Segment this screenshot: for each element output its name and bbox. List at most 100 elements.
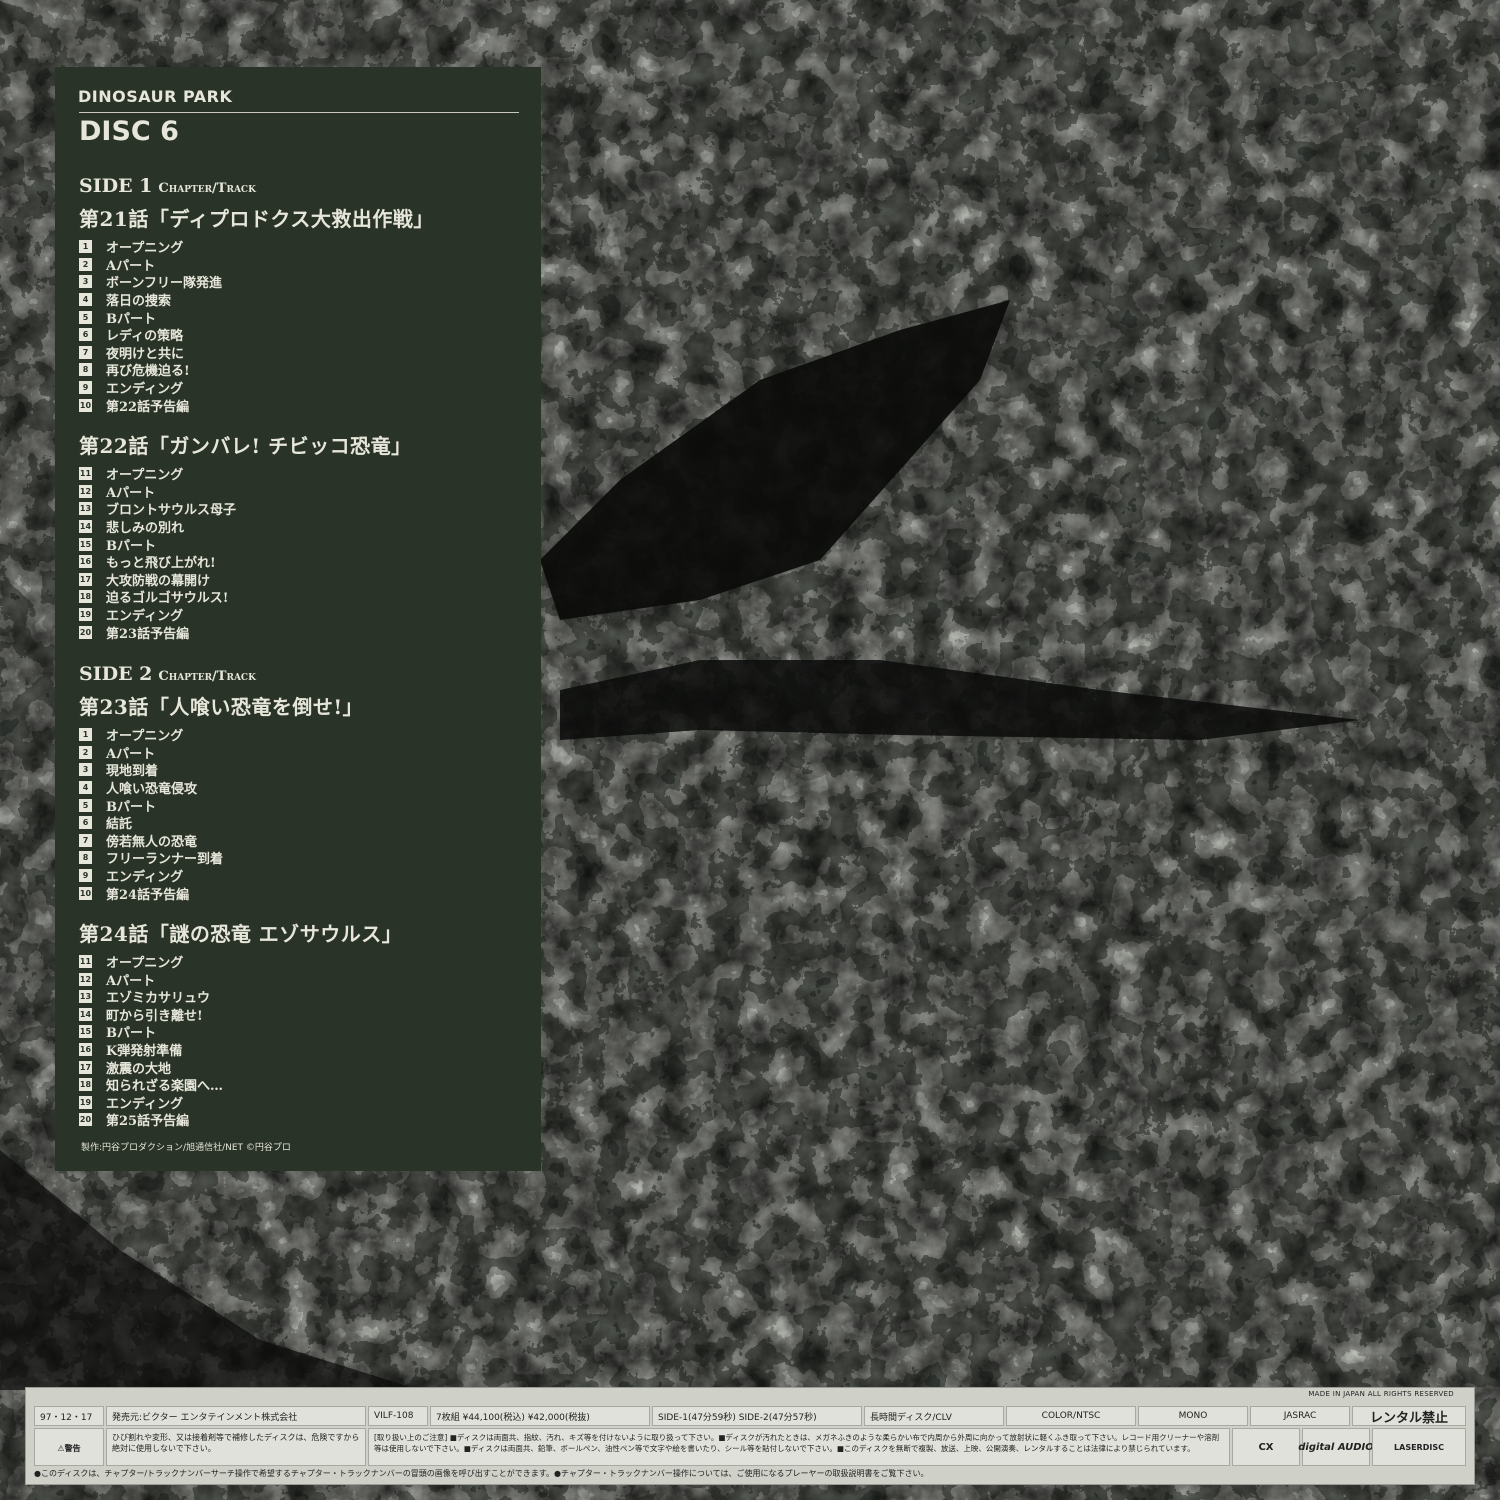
track-number: 3 <box>79 275 92 289</box>
track-title: オープニング <box>106 468 184 484</box>
episode-title: 第22話「ガンバレ! チビッコ恐竜」 <box>79 433 412 458</box>
side-2-sublabel: Chapter/Track <box>158 668 256 684</box>
laserdisc-logo-icon: LASERDISC <box>1372 1428 1466 1466</box>
track-title: エゾミカサリュウ <box>106 991 211 1007</box>
made-in-notice: MADE IN JAPAN ALL RIGHTS RESERVED <box>1308 1390 1454 1398</box>
track-item: 12 Aパート <box>79 483 541 501</box>
title-divider <box>79 112 519 113</box>
track-item: 2 Aパート <box>79 256 541 274</box>
track-item: 6 結託 <box>79 814 541 832</box>
production-credit: 製作:円谷プロダクション/旭通信社/NET ©円谷プロ <box>81 1143 291 1153</box>
track-item: 9 エンディング <box>79 867 541 885</box>
track-title: レディの策略 <box>106 329 184 345</box>
notice-row: ⚠警告 ひび割れや変形、又は接着剤等で補修したディスクは、危険ですから絶対に使用… <box>34 1428 1466 1466</box>
rental-prohibited: レンタル禁止 <box>1352 1406 1466 1426</box>
track-title: 落日の捜索 <box>106 294 172 310</box>
track-title: エンディング <box>106 608 184 624</box>
track-title: Aパート <box>106 258 156 274</box>
track-title: ブロントサウルス母子 <box>106 503 237 519</box>
track-listing-panel: DINOSAUR PARK DISC 6 SIDE 1 Chapter/Track… <box>55 67 541 1171</box>
track-number: 20 <box>79 1113 92 1127</box>
track-item: 20 第25話予告編 <box>79 1111 541 1129</box>
track-title: Aパート <box>106 973 156 989</box>
track-number: 17 <box>79 1060 92 1074</box>
track-item: 11 オープニング <box>79 953 541 971</box>
info-row: 97・12・17 発売元:ビクター エンタテインメント株式会社 VILF-108… <box>34 1406 1466 1426</box>
track-title: 第22話予告編 <box>106 399 190 415</box>
track-item: 8 再び危機迫る! <box>79 361 541 379</box>
track-number: 7 <box>79 833 92 847</box>
side-1-label: SIDE 1 <box>79 175 153 197</box>
track-list: 11 オープニング 12 Aパート 13 ブロントサウルス母子 14 悲しみの別れ 15 Bパート… <box>79 465 541 642</box>
track-item: 19 エンディング <box>79 606 541 624</box>
track-title: Bパート <box>106 311 156 327</box>
track-title: オープニング <box>106 241 184 257</box>
track-number: 20 <box>79 625 92 639</box>
track-number: 2 <box>79 745 92 759</box>
track-title: 町から引き離せ! <box>106 1008 203 1024</box>
track-title: エンディング <box>106 869 184 885</box>
track-number: 1 <box>79 728 92 742</box>
track-title: 迫るゴルゴサウルス! <box>106 591 229 607</box>
track-number: 18 <box>79 1078 92 1092</box>
track-item: 17 激震の大地 <box>79 1058 541 1077</box>
track-number: 12 <box>79 484 92 498</box>
track-title: オープニング <box>106 729 184 745</box>
track-title: Aパート <box>106 746 156 762</box>
track-title: フリーランナー到着 <box>106 852 224 868</box>
track-item: 6 レディの策略 <box>79 326 541 344</box>
track-item: 16 K弾発射準備 <box>79 1041 541 1059</box>
track-item: 3 ボーンフリー隊発進 <box>79 273 541 291</box>
track-title: K弾発射準備 <box>106 1044 183 1060</box>
episode-title: 第24話「謎の恐竜 エゾサウルス」 <box>79 921 403 946</box>
track-number: 5 <box>79 310 92 324</box>
track-item: 14 悲しみの別れ <box>79 518 541 536</box>
product-info-strip: MADE IN JAPAN ALL RIGHTS RESERVED 97・12・… <box>25 1387 1475 1485</box>
price: 7枚組 ¥44,100(税込) ¥42,000(税抜) <box>430 1406 650 1426</box>
jasrac-mark: JASRAC <box>1250 1406 1350 1426</box>
digital-audio-logo-icon: digital AUDIO <box>1298 1428 1374 1466</box>
track-number: 14 <box>79 1007 92 1021</box>
track-number: 19 <box>79 607 92 621</box>
track-item: 13 エゾミカサリュウ <box>79 988 541 1006</box>
track-item: 8 フリーランナー到着 <box>79 849 541 867</box>
side-1-heading: SIDE 1 Chapter/Track <box>79 175 541 197</box>
warning-icon: ⚠警告 <box>34 1428 104 1466</box>
track-title: 知られざる楽園へ… <box>106 1079 224 1095</box>
track-title: 第23話予告編 <box>106 626 190 642</box>
track-item: 3 現地到着 <box>79 761 541 779</box>
track-item: 15 Bパート <box>79 535 541 554</box>
track-list: 1 オープニング 2 Aパート 3 現地到着 4 人喰い恐竜侵攻 5 Bパート 6 結託 7 傍若無人の恐… <box>79 726 541 903</box>
track-title: Bパート <box>106 538 156 554</box>
track-item: 10 第24話予告編 <box>79 884 541 903</box>
track-number: 16 <box>79 1043 92 1057</box>
track-item: 4 人喰い恐竜侵攻 <box>79 779 541 797</box>
track-number: 1 <box>79 240 92 254</box>
track-number: 13 <box>79 502 92 516</box>
episode-title: 第21話「ディプロドクス大救出作戦」 <box>79 207 434 231</box>
track-item: 20 第23話予告編 <box>79 623 541 642</box>
track-number: 15 <box>79 1025 92 1039</box>
track-number: 18 <box>79 590 92 604</box>
track-title: 第24話予告編 <box>106 887 190 903</box>
track-list: 11 オープニング 12 Aパート 13 エゾミカサリュウ 14 町から引き離せ! 15 Bパート… <box>79 953 541 1129</box>
track-item: 1 オープニング <box>79 726 541 744</box>
track-number: 7 <box>79 345 92 359</box>
disc-number: DISC 6 <box>79 116 179 147</box>
track-item: 5 Bパート <box>79 796 541 815</box>
track-item: 9 エンディング <box>79 379 541 397</box>
track-item: 7 傍若無人の恐竜 <box>79 831 541 850</box>
track-item: 4 落日の捜索 <box>79 291 541 309</box>
track-title: もっと飛び上がれ! <box>106 556 216 572</box>
handling-notes: [取り扱い上のご注意] ■ディスクは両面共、指紋、汚れ、キズ等を付けないように取… <box>368 1428 1230 1466</box>
track-title: 悲しみの別れ <box>106 521 185 537</box>
track-number: 11 <box>79 467 92 481</box>
color-system: COLOR/NTSC <box>1006 1406 1136 1426</box>
track-number: 19 <box>79 1095 92 1109</box>
track-item: 15 Bパート <box>79 1023 541 1041</box>
track-item: 18 知られざる楽園へ… <box>79 1076 541 1094</box>
side-1-sublabel: Chapter/Track <box>158 181 256 196</box>
track-title: Aパート <box>106 485 156 501</box>
track-item: 14 町から引き離せ! <box>79 1006 541 1024</box>
track-number: 10 <box>79 886 92 900</box>
